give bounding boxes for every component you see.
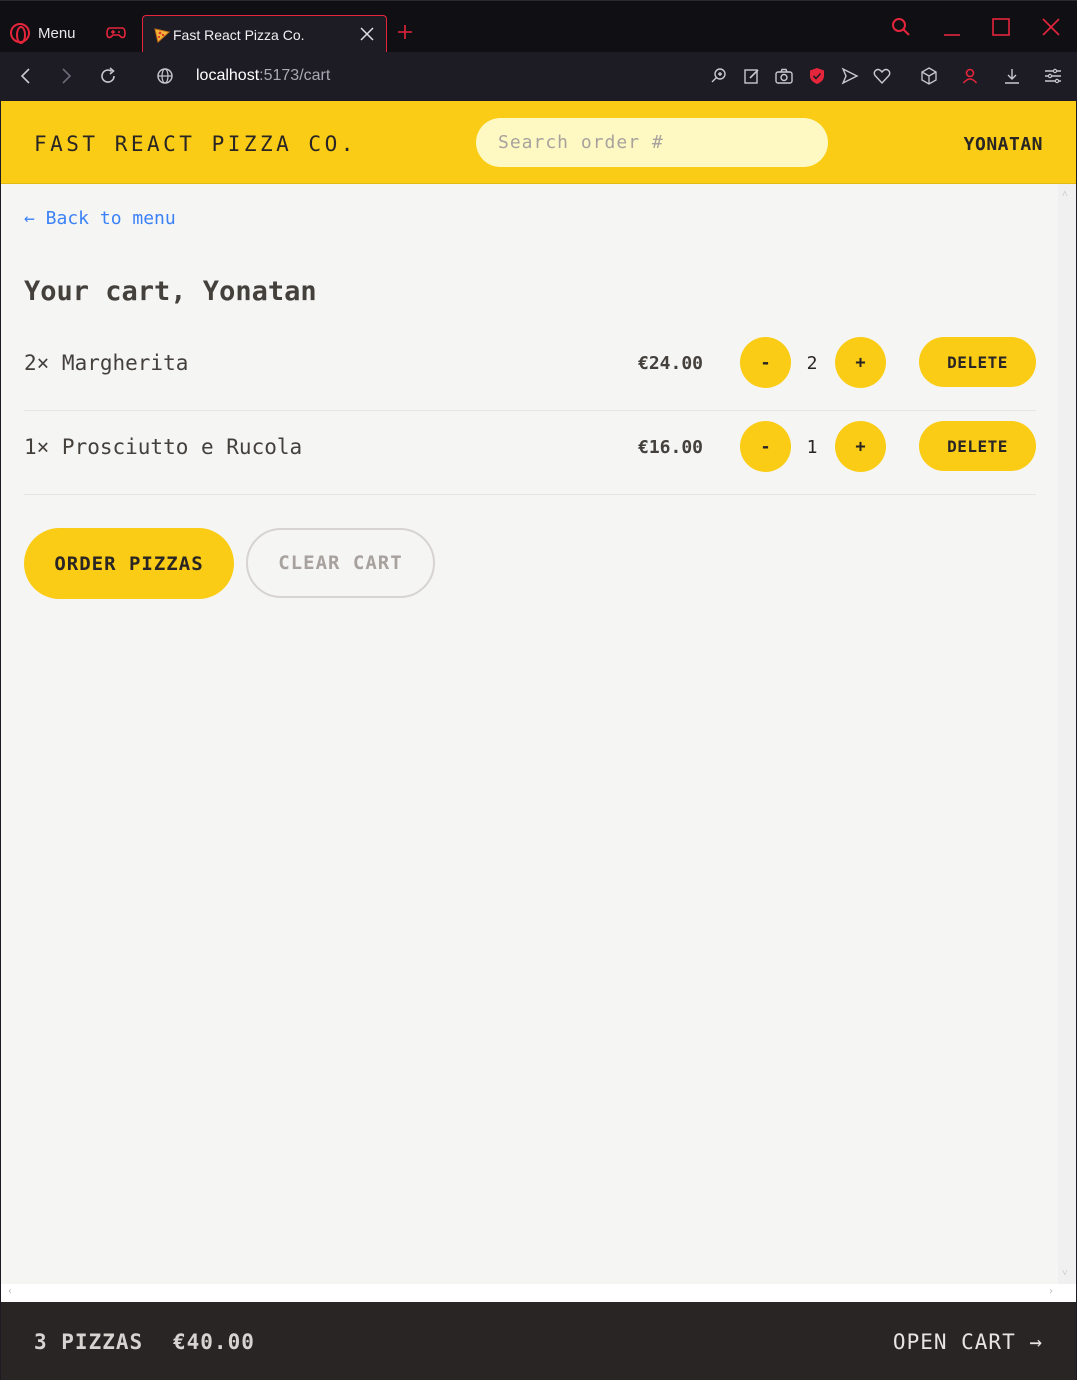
minimize-window-icon[interactable] bbox=[940, 15, 964, 39]
username: YONATAN bbox=[963, 134, 1043, 155]
camera-icon[interactable] bbox=[774, 66, 794, 86]
delete-item-button[interactable]: DELETE bbox=[919, 421, 1036, 471]
pizza-count: 3 PIZZAS bbox=[34, 1330, 144, 1354]
snapshot-edit-icon[interactable] bbox=[742, 66, 762, 86]
item-quantity: 2 bbox=[806, 353, 818, 374]
extensions-cube-icon[interactable] bbox=[919, 66, 939, 86]
new-tab-plus-icon[interactable] bbox=[396, 23, 414, 41]
cart-item-price: €24.00 bbox=[638, 353, 704, 374]
maximize-window-icon[interactable] bbox=[989, 15, 1013, 39]
url-path: :5173/cart bbox=[259, 67, 331, 84]
brand-logo-link[interactable]: FAST REACT PIZZA CO. bbox=[34, 132, 357, 156]
active-browser-tab[interactable]: Fast React Pizza Co. bbox=[142, 15, 387, 53]
cart-item-name: 1× Prosciutto e Rucola bbox=[24, 435, 303, 459]
browser-tab-bar: Menu Fast React Pizza Co. bbox=[0, 0, 1077, 53]
scroll-right-arrow-icon[interactable]: › bbox=[1048, 1286, 1054, 1297]
cart-item: 1× Prosciutto e Rucola €16.00 - 1 + DELE… bbox=[24, 411, 1036, 495]
gamepad-icon[interactable] bbox=[106, 25, 126, 41]
site-header: FAST REACT PIZZA CO. YONATAN bbox=[1, 101, 1076, 184]
scroll-left-arrow-icon[interactable]: ‹ bbox=[7, 1286, 13, 1297]
profile-icon[interactable] bbox=[960, 66, 980, 86]
site-info-globe-icon[interactable] bbox=[155, 66, 175, 86]
cart-total-price: €40.00 bbox=[173, 1330, 255, 1354]
heart-bookmark-icon[interactable] bbox=[872, 66, 892, 86]
vertical-scrollbar[interactable]: ˄ ˅ bbox=[1058, 184, 1076, 1284]
close-window-icon[interactable] bbox=[1039, 15, 1063, 39]
zoom-icon[interactable] bbox=[709, 66, 729, 86]
ad-blocker-shield-icon[interactable] bbox=[807, 66, 827, 86]
decrease-quantity-button[interactable]: - bbox=[740, 337, 791, 388]
forward-arrow-icon[interactable] bbox=[56, 66, 76, 86]
url-field[interactable]: localhost:5173/cart bbox=[196, 67, 330, 85]
cart-item-name: 2× Margherita bbox=[24, 351, 189, 375]
reload-icon[interactable] bbox=[98, 66, 118, 86]
increase-quantity-button[interactable]: + bbox=[835, 421, 886, 472]
send-icon[interactable] bbox=[840, 66, 860, 86]
cart-title: Your cart, Yonatan bbox=[24, 276, 317, 307]
opera-menu-label: Menu bbox=[38, 24, 76, 42]
pizza-favicon-icon bbox=[154, 27, 171, 43]
easy-setup-sliders-icon[interactable] bbox=[1043, 66, 1063, 86]
cart-overview-footer: 3 PIZZAS €40.00 OPEN CART → bbox=[1, 1302, 1076, 1380]
opera-menu-button[interactable]: Menu bbox=[10, 23, 76, 44]
close-tab-icon[interactable] bbox=[358, 25, 376, 43]
cart-item: 2× Margherita €24.00 - 2 + DELETE bbox=[24, 327, 1036, 411]
web-page: FAST REACT PIZZA CO. YONATAN ← Back to m… bbox=[1, 101, 1076, 1380]
scroll-down-arrow-icon[interactable]: ˅ bbox=[1062, 1268, 1068, 1279]
open-cart-link[interactable]: OPEN CART → bbox=[893, 1330, 1043, 1354]
back-arrow-icon[interactable] bbox=[16, 66, 36, 86]
horizontal-scrollbar[interactable]: ‹ › bbox=[1, 1284, 1076, 1302]
scroll-up-arrow-icon[interactable]: ˄ bbox=[1062, 189, 1068, 200]
item-quantity: 1 bbox=[806, 437, 818, 458]
opera-logo-icon bbox=[10, 23, 30, 44]
tab-title: Fast React Pizza Co. bbox=[173, 26, 305, 43]
cart-item-price: €16.00 bbox=[638, 437, 704, 458]
increase-quantity-button[interactable]: + bbox=[835, 337, 886, 388]
search-tabs-icon[interactable] bbox=[889, 15, 913, 39]
download-icon[interactable] bbox=[1002, 66, 1022, 86]
clear-cart-button[interactable]: CLEAR CART bbox=[246, 528, 435, 598]
back-to-menu-link[interactable]: ← Back to menu bbox=[24, 208, 176, 229]
url-host: localhost bbox=[196, 67, 260, 84]
search-order-input[interactable] bbox=[476, 118, 828, 167]
delete-item-button[interactable]: DELETE bbox=[919, 337, 1036, 387]
order-pizzas-button[interactable]: ORDER PIZZAS bbox=[24, 528, 234, 599]
decrease-quantity-button[interactable]: - bbox=[740, 421, 791, 472]
